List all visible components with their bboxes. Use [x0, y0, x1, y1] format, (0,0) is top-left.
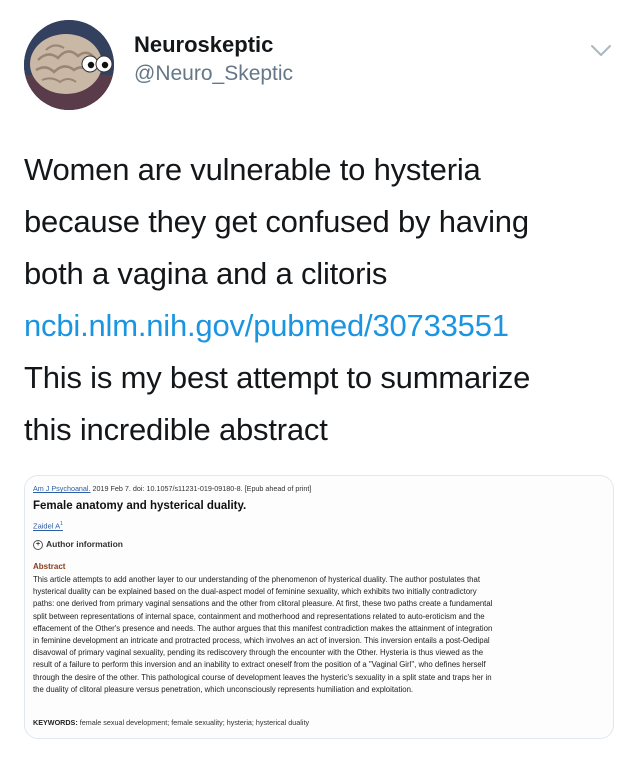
abstract-line: hysterical duality can be explained base…: [33, 587, 477, 597]
tweet-text-line: this incredible abstract: [24, 412, 328, 447]
citation-details: 2019 Feb 7. doi: 10.1057/s11231-019-0918…: [90, 484, 312, 493]
author-information-label: Author information: [46, 539, 123, 549]
avatar[interactable]: [24, 20, 114, 110]
user-handle[interactable]: @Neuro_Skeptic: [134, 60, 293, 88]
brain-with-eyes-icon: [24, 20, 114, 110]
journal-name: Am J Psychoanal.: [33, 484, 91, 493]
author-affiliation-mark: 1: [60, 521, 63, 527]
chevron-down-icon[interactable]: [590, 44, 612, 58]
abstract-line: This article attempts to add another lay…: [33, 575, 481, 584]
abstract-image[interactable]: Am J Psychoanal. 2019 Feb 7. doi: 10.105…: [24, 475, 614, 739]
abstract-keywords: KEYWORDS: female sexual development; fem…: [33, 718, 309, 727]
abstract-line: result of a failure to perform this inve…: [33, 660, 486, 670]
author-name: Zaidel A: [33, 521, 61, 531]
tweet-text-line: because they get confused by having: [24, 204, 529, 239]
tweet-header: Neuroskeptic @Neuro_Skeptic: [24, 20, 616, 110]
keywords-label: KEYWORDS:: [33, 718, 78, 727]
plus-circle-icon: +: [33, 539, 43, 550]
abstract-line: in feminine development an intricate and…: [33, 636, 490, 646]
tweet-text-line: both a vagina and a clitoris: [24, 256, 388, 291]
abstract-line: disavowal of primary vaginal sexuality, …: [33, 648, 484, 658]
abstract-line: split between representations of interna…: [33, 611, 485, 621]
abstract-line: through the desire of the other. This pa…: [33, 672, 492, 682]
abstract-line: effacement of the Other's presence and n…: [33, 623, 493, 633]
keywords-list: female sexual development; female sexual…: [77, 718, 310, 727]
tweet-text-line: This is my best attempt to summarize: [24, 360, 531, 395]
abstract-heading: Abstract: [33, 562, 66, 571]
pubmed-link[interactable]: ncbi.nlm.nih.gov/pubmed/30733551: [24, 308, 509, 343]
abstract-body: This article attempts to add another lay…: [33, 574, 608, 696]
abstract-citation: Am J Psychoanal. 2019 Feb 7. doi: 10.105…: [33, 484, 311, 493]
author-information-toggle: + Author information: [33, 539, 123, 550]
abstract-line: the duality of clitoral pleasure versus …: [33, 684, 414, 694]
abstract-title: Female anatomy and hysterical duality.: [33, 500, 247, 512]
tweet-text-line: Women are vulnerable to hysteria: [24, 152, 481, 187]
author-block: Neuroskeptic @Neuro_Skeptic: [134, 32, 293, 88]
tweet-text: Women are vulnerable to hysteria because…: [24, 144, 624, 456]
abstract-author: Zaidel A1: [33, 521, 63, 531]
abstract-line: paths: one derived from primary vaginal …: [33, 599, 493, 609]
display-name[interactable]: Neuroskeptic: [134, 32, 293, 58]
